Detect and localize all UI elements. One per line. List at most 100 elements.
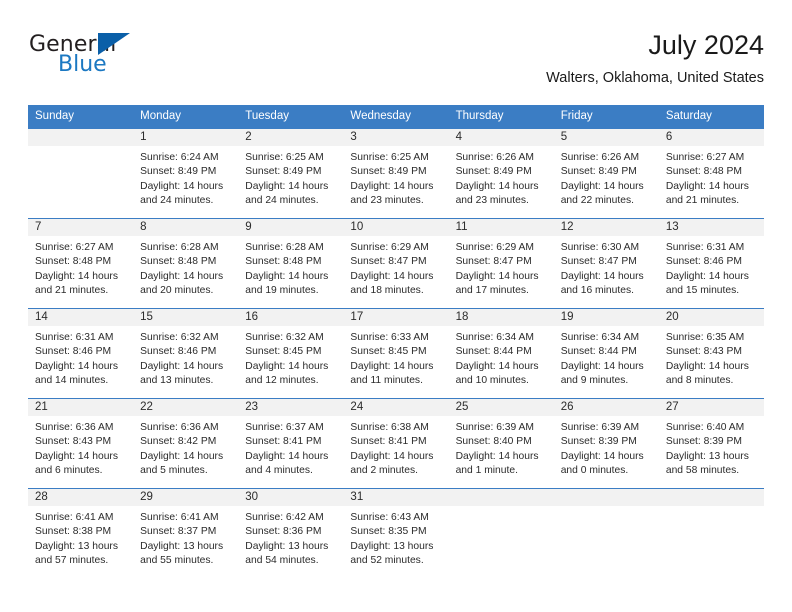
day-details: Sunrise: 6:40 AM Sunset: 8:39 PM Daylight:… — [659, 416, 764, 479]
calendar-day-cell[interactable]: 8 Sunrise: 6:28 AM Sunset: 8:48 PM Daylight… — [133, 218, 239, 309]
daylight-text-line1: Daylight: 14 hours — [455, 270, 539, 282]
calendar-week-row: 28 Sunrise: 6:41 AM Sunset: 8:38 PM Dayligh… — [28, 488, 764, 578]
sunset-text: Sunset: 8:41 PM — [350, 436, 427, 448]
daylight-text-line2: and 16 minutes. — [560, 285, 634, 297]
calendar-day-cell[interactable]: 30 Sunrise: 6:42 AM Sunset: 8:36 PM Dayligh… — [238, 488, 344, 578]
calendar-day-cell[interactable]: 12 Sunrise: 6:30 AM Sunset: 8:47 PM Dayligh… — [553, 218, 659, 309]
daylight-text-line1: Daylight: 14 hours — [665, 360, 749, 372]
daylight-text-line2: and 8 minutes. — [665, 375, 734, 387]
sunrise-text: Sunrise: 6:24 AM — [140, 152, 219, 163]
calendar-day-cell[interactable]: 6 Sunrise: 6:27 AM Sunset: 8:48 PM Daylight… — [658, 128, 764, 219]
calendar-day-cell[interactable]: 2 Sunrise: 6:25 AM Sunset: 8:49 PM Daylight… — [238, 128, 344, 219]
day-details: Sunrise: 6:25 AM Sunset: 8:49 PM Daylight:… — [343, 146, 448, 209]
sunset-text: Sunset: 8:48 PM — [140, 256, 217, 268]
sunrise-text: Sunrise: 6:41 AM — [140, 512, 219, 523]
sunrise-text: Sunrise: 6:32 AM — [245, 332, 324, 343]
day-number: 21 — [28, 399, 134, 416]
calendar-day-cell[interactable]: 23 Sunrise: 6:37 AM Sunset: 8:41 PM Dayligh… — [238, 398, 344, 489]
calendar-day-cell[interactable]: 13 Sunrise: 6:31 AM Sunset: 8:46 PM Dayligh… — [658, 218, 764, 309]
day-details: Sunrise: 6:41 AM Sunset: 8:37 PM Daylight:… — [133, 506, 238, 569]
day-details: Sunrise: 6:35 AM Sunset: 8:43 PM Daylight:… — [659, 326, 764, 389]
day-details: Sunrise: 6:32 AM Sunset: 8:46 PM Daylight:… — [133, 326, 238, 389]
daylight-text-line1: Daylight: 13 hours — [245, 540, 329, 552]
calendar-day-cell[interactable]: 10 Sunrise: 6:29 AM Sunset: 8:47 PM Dayligh… — [343, 218, 449, 309]
sunset-text: Sunset: 8:42 PM — [140, 436, 217, 448]
calendar-day-cell[interactable]: 17 Sunrise: 6:33 AM Sunset: 8:45 PM Dayligh… — [343, 308, 449, 399]
sunrise-text: Sunrise: 6:25 AM — [350, 152, 429, 163]
daylight-text-line1: Daylight: 13 hours — [35, 540, 118, 552]
daylight-text-line1: Daylight: 14 hours — [35, 450, 118, 462]
daylight-text-line1: Daylight: 14 hours — [455, 360, 539, 372]
day-number: 18 — [448, 309, 554, 326]
calendar-day-cell[interactable]: 21 Sunrise: 6:36 AM Sunset: 8:43 PM Dayligh… — [28, 398, 134, 489]
calendar-day-cell[interactable]: 24 Sunrise: 6:38 AM Sunset: 8:41 PM Dayligh… — [343, 398, 449, 489]
daylight-text-line1: Daylight: 14 hours — [35, 270, 118, 282]
calendar-day-cell[interactable]: 18 Sunrise: 6:34 AM Sunset: 8:44 PM Dayligh… — [448, 308, 554, 399]
calendar-day-cell[interactable]: 26 Sunrise: 6:39 AM Sunset: 8:39 PM Dayligh… — [553, 398, 659, 489]
day-number: 27 — [658, 399, 764, 416]
day-number: 3 — [343, 129, 449, 146]
general-blue-logo[interactable]: General Blue — [28, 32, 228, 84]
sunrise-text: Sunrise: 6:30 AM — [560, 242, 640, 253]
calendar-day-cell[interactable]: 9 Sunrise: 6:28 AM Sunset: 8:48 PM Daylight… — [238, 218, 344, 309]
day-number: 28 — [28, 489, 134, 506]
daylight-text-line1: Daylight: 14 hours — [350, 450, 434, 462]
day-number: 31 — [343, 489, 449, 506]
sunrise-text: Sunrise: 6:31 AM — [665, 242, 745, 253]
sunrise-text: Sunrise: 6:36 AM — [140, 422, 219, 433]
daylight-text-line1: Daylight: 14 hours — [35, 360, 118, 372]
day-details: Sunrise: 6:24 AM Sunset: 8:49 PM Daylight:… — [133, 146, 238, 209]
calendar-day-cell[interactable]: 27 Sunrise: 6:40 AM Sunset: 8:39 PM Dayligh… — [658, 398, 764, 489]
sunrise-text: Sunrise: 6:42 AM — [245, 512, 324, 523]
day-number: 12 — [553, 219, 659, 236]
day-details: Sunrise: 6:36 AM Sunset: 8:43 PM Daylight:… — [28, 416, 133, 479]
calendar-day-cell[interactable]: 16 Sunrise: 6:32 AM Sunset: 8:45 PM Dayligh… — [238, 308, 344, 399]
daylight-text-line1: Daylight: 14 hours — [245, 450, 329, 462]
calendar-day-cell[interactable]: 4 Sunrise: 6:26 AM Sunset: 8:49 PM Daylight… — [448, 128, 554, 219]
calendar-day-cell[interactable]: 3 Sunrise: 6:25 AM Sunset: 8:49 PM Daylight… — [343, 128, 449, 219]
calendar-day-cell[interactable]: 14 Sunrise: 6:31 AM Sunset: 8:46 PM Dayligh… — [28, 308, 134, 399]
sunset-text: Sunset: 8:38 PM — [35, 526, 112, 538]
daylight-text-line1: Daylight: 14 hours — [560, 360, 644, 372]
calendar-week-row: 14 Sunrise: 6:31 AM Sunset: 8:46 PM Dayligh… — [28, 308, 764, 399]
daylight-text-line1: Daylight: 14 hours — [140, 180, 224, 192]
calendar-day-cell[interactable]: 31 Sunrise: 6:43 AM Sunset: 8:35 PM Dayligh… — [343, 488, 449, 578]
sunset-text: Sunset: 8:48 PM — [665, 166, 742, 178]
calendar-day-cell[interactable]: 15 Sunrise: 6:32 AM Sunset: 8:46 PM Dayligh… — [133, 308, 239, 399]
day-number: 6 — [658, 129, 764, 146]
calendar-day-cell[interactable]: 25 Sunrise: 6:39 AM Sunset: 8:40 PM Dayligh… — [448, 398, 554, 489]
calendar-day-cell-empty — [658, 488, 764, 578]
page-title: July 2024 — [648, 30, 764, 60]
calendar-day-cell[interactable]: 22 Sunrise: 6:36 AM Sunset: 8:42 PM Dayligh… — [133, 398, 239, 489]
sunset-text: Sunset: 8:49 PM — [560, 166, 637, 178]
daylight-text-line1: Daylight: 14 hours — [245, 270, 329, 282]
sunset-text: Sunset: 8:44 PM — [560, 346, 637, 358]
calendar-day-cell[interactable]: 28 Sunrise: 6:41 AM Sunset: 8:38 PM Dayligh… — [28, 488, 134, 578]
weekday-header-friday: Friday — [553, 105, 659, 129]
calendar-page: General Blue July 2024 Walters, Oklahoma… — [0, 0, 792, 612]
calendar-day-cell[interactable]: 20 Sunrise: 6:35 AM Sunset: 8:43 PM Dayligh… — [658, 308, 764, 399]
calendar-day-cell[interactable]: 29 Sunrise: 6:41 AM Sunset: 8:37 PM Dayligh… — [133, 488, 239, 578]
day-details: Sunrise: 6:34 AM Sunset: 8:44 PM Daylight:… — [554, 326, 659, 389]
weekday-header-sunday: Sunday — [28, 105, 134, 129]
calendar-day-cell[interactable]: 19 Sunrise: 6:34 AM Sunset: 8:44 PM Dayligh… — [553, 308, 659, 399]
logo-text-blue: Blue — [58, 52, 107, 77]
day-details: Sunrise: 6:36 AM Sunset: 8:42 PM Daylight:… — [133, 416, 238, 479]
day-number — [658, 489, 764, 506]
daylight-text-line1: Daylight: 14 hours — [665, 270, 749, 282]
calendar-day-cell[interactable]: 1 Sunrise: 6:24 AM Sunset: 8:49 PM Daylight… — [133, 128, 239, 219]
daylight-text-line1: Daylight: 14 hours — [455, 180, 539, 192]
calendar-week-row: 1 Sunrise: 6:24 AM Sunset: 8:49 PM Daylight… — [28, 128, 764, 219]
sunset-text: Sunset: 8:39 PM — [560, 436, 637, 448]
daylight-text-line2: and 5 minutes. — [140, 465, 208, 477]
sunrise-text: Sunrise: 6:32 AM — [140, 332, 219, 343]
day-details: Sunrise: 6:37 AM Sunset: 8:41 PM Daylight:… — [238, 416, 343, 479]
daylight-text-line2: and 21 minutes. — [665, 195, 740, 207]
calendar-day-cell[interactable]: 11 Sunrise: 6:29 AM Sunset: 8:47 PM Dayligh… — [448, 218, 554, 309]
calendar-day-cell[interactable]: 5 Sunrise: 6:26 AM Sunset: 8:49 PM Daylight… — [553, 128, 659, 219]
daylight-text-line1: Daylight: 14 hours — [245, 180, 329, 192]
day-number: 30 — [238, 489, 344, 506]
calendar-day-cell[interactable]: 7 Sunrise: 6:27 AM Sunset: 8:48 PM Daylight… — [28, 218, 134, 309]
daylight-text-line2: and 57 minutes. — [35, 555, 109, 567]
day-details: Sunrise: 6:39 AM Sunset: 8:40 PM Daylight:… — [449, 416, 554, 479]
